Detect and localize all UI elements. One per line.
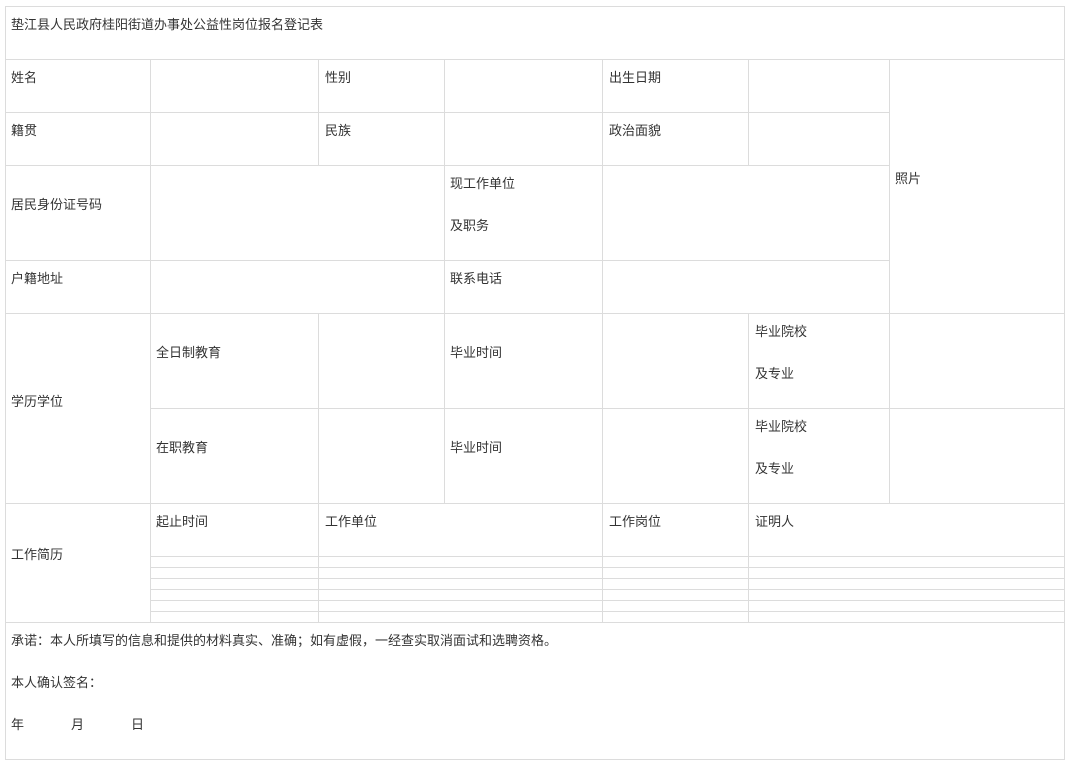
inservice-education-label: 在职教育 [156,441,209,456]
column-divider [889,59,890,503]
date-year-label: 年 [11,718,25,733]
column-divider [150,59,151,622]
education-label: 学历学位 [11,395,64,410]
work-history-row-line [150,611,1065,612]
form-title: 垫江县人民政府桂阳街道办事处公益性岗位报名登记表 [11,18,324,33]
ethnicity-label: 民族 [325,124,352,139]
work-history-row-line [150,556,1065,557]
work-unit-column-header: 工作单位 [325,515,378,530]
fulltime-graduation-time-label: 毕业时间 [450,346,503,361]
gender-label: 性别 [325,71,352,86]
row-divider [5,260,889,261]
row-divider [5,112,889,113]
column-divider [602,59,603,622]
table-border-top [5,6,1065,7]
row-divider [5,59,1065,60]
work-post-column-header: 工作岗位 [609,515,662,530]
table-border-bottom [5,759,1065,760]
row-divider [5,313,1065,314]
column-divider [318,313,319,622]
column-divider [748,313,749,622]
name-label: 姓名 [11,71,38,86]
fulltime-school-label-line1: 毕业院校 [755,325,808,340]
id-number-label: 居民身份证号码 [11,198,103,213]
current-employer-label-line2: 及职务 [450,219,490,234]
column-divider [444,59,445,503]
period-column-header: 起止时间 [156,515,209,530]
phone-label: 联系电话 [450,272,503,287]
row-divider [5,503,1065,504]
date-day-label: 日 [131,718,145,733]
political-status-label: 政治面貌 [609,124,662,139]
birth-date-label: 出生日期 [609,71,662,86]
work-history-row-line [150,600,1065,601]
work-history-row-line [150,578,1065,579]
table-border-right [1064,6,1065,760]
column-divider [318,59,319,165]
fulltime-education-label: 全日制教育 [156,346,222,361]
inservice-school-label-line2: 及专业 [755,462,795,477]
date-month-label: 月 [71,718,85,733]
current-employer-label-line1: 现工作单位 [450,177,516,192]
row-divider [5,165,889,166]
row-divider [5,622,1065,623]
photo-label: 照片 [895,172,922,187]
work-history-row-line [150,589,1065,590]
household-address-label: 户籍地址 [11,272,64,287]
inservice-school-label-line1: 毕业院校 [755,420,808,435]
table-border-left [5,6,6,760]
native-place-label: 籍贯 [11,124,38,139]
promise-text: 承诺：本人所填写的信息和提供的材料真实、准确；如有虚假，一经查实取消面试和选聘资… [11,634,558,649]
column-divider [748,59,749,165]
fulltime-school-label-line2: 及专业 [755,367,795,382]
inservice-graduation-time-label: 毕业时间 [450,441,503,456]
signature-label: 本人确认签名： [11,676,103,691]
row-divider [150,408,1065,409]
work-history-row-line [150,567,1065,568]
work-history-label: 工作简历 [11,548,64,563]
witness-column-header: 证明人 [755,515,795,530]
